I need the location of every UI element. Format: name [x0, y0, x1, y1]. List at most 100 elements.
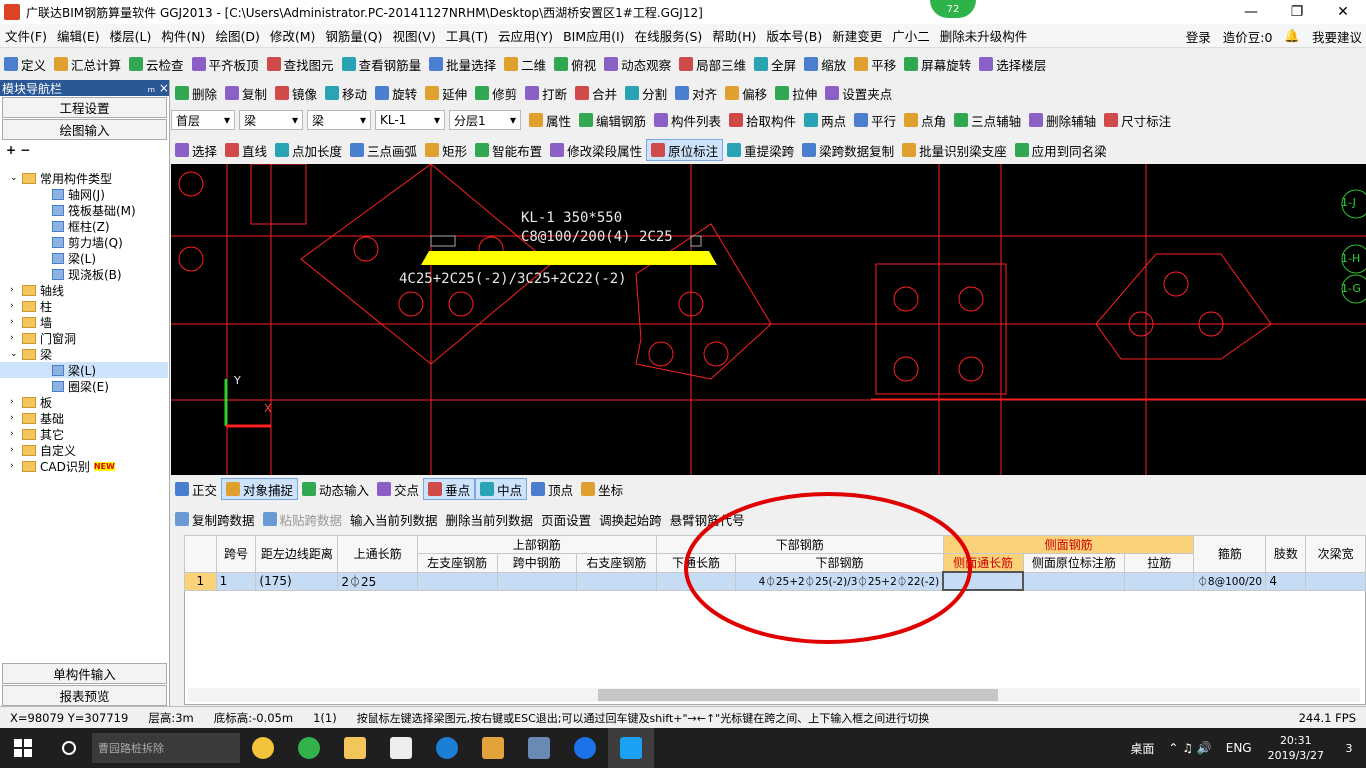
- close-button[interactable]: ✕: [1320, 0, 1366, 24]
- comp-tool-4-button[interactable]: 两点: [800, 109, 850, 131]
- tree-item[interactable]: › 自定义: [0, 442, 168, 458]
- menu-item-15[interactable]: 广小二: [887, 26, 935, 45]
- main-tool-15-button[interactable]: 选择楼层: [975, 53, 1050, 75]
- grid-tool-4-button[interactable]: 页面设置: [537, 508, 595, 530]
- expand-icon[interactable]: ›: [10, 301, 22, 311]
- main-tool-3-button[interactable]: 平齐板顶: [188, 53, 263, 75]
- edit-tool-4-button[interactable]: 旋转: [371, 82, 421, 104]
- tree-item[interactable]: 梁(L): [0, 362, 168, 378]
- main-tool-6-button[interactable]: 批量选择: [425, 53, 500, 75]
- floor-select[interactable]: 首层 ▾: [171, 110, 235, 130]
- tree-item[interactable]: › 门窗洞: [0, 330, 168, 346]
- main-tool-7-button[interactable]: 二维: [500, 53, 550, 75]
- cell-top-through[interactable]: 2⏀25: [337, 571, 418, 591]
- app-icon-2[interactable]: [286, 728, 332, 768]
- notification-icon[interactable]: 3: [1332, 742, 1366, 755]
- drawing-input-button[interactable]: 绘图输入: [2, 119, 167, 140]
- expand-icon[interactable]: ⌄: [10, 173, 22, 183]
- desktop-label[interactable]: 桌面: [1122, 740, 1162, 757]
- main-tool-10-button[interactable]: 局部三维: [675, 53, 750, 75]
- type-select-2[interactable]: 梁 ▾: [307, 110, 371, 130]
- grid-tool-1-button[interactable]: 粘贴跨数据: [259, 508, 347, 530]
- menu-item-4[interactable]: 绘图(D): [210, 26, 264, 45]
- suggest-link[interactable]: 我要建议: [1312, 27, 1362, 46]
- expand-collapse-icons[interactable]: + −: [0, 141, 169, 159]
- draw-tool-5-button[interactable]: 智能布置: [471, 139, 546, 161]
- menu-item-12[interactable]: 帮助(H): [707, 26, 761, 45]
- cell-stirrup[interactable]: ⏀8@100/20: [1193, 571, 1267, 591]
- menu-item-11[interactable]: 在线服务(S): [630, 26, 708, 45]
- tree-item[interactable]: › 墙: [0, 314, 168, 330]
- tree-item[interactable]: › 轴线: [0, 282, 168, 298]
- draw-tool-8-button[interactable]: 重提梁跨: [723, 139, 798, 161]
- cad-canvas[interactable]: KL-1 350*550 C8@100/200(4) 2C25 4C25+2C2…: [171, 164, 1366, 475]
- snap-7-button[interactable]: 坐标: [577, 478, 627, 500]
- app-icon-1[interactable]: [240, 728, 286, 768]
- main-tool-12-button[interactable]: 缩放: [800, 53, 850, 75]
- grid-tool-5-button[interactable]: 调换起始跨: [595, 508, 666, 530]
- expand-icon[interactable]: ›: [10, 397, 22, 407]
- draw-tool-6-button[interactable]: 修改梁段属性: [546, 139, 646, 161]
- menu-item-7[interactable]: 视图(V): [387, 26, 440, 45]
- menu-item-10[interactable]: BIM应用(I): [558, 26, 630, 45]
- grid-tool-2-button[interactable]: 输入当前列数据: [346, 508, 442, 530]
- folder-icon[interactable]: [332, 728, 378, 768]
- edge-icon[interactable]: [424, 728, 470, 768]
- grid-tool-3-button[interactable]: 删除当前列数据: [442, 508, 538, 530]
- expand-icon[interactable]: ›: [10, 413, 22, 423]
- single-component-button[interactable]: 单构件输入: [2, 663, 167, 684]
- tree-item[interactable]: 现浇板(B): [0, 266, 168, 282]
- main-tool-0-button[interactable]: 定义: [0, 53, 50, 75]
- menu-item-0[interactable]: 文件(F): [0, 26, 52, 45]
- menu-item-9[interactable]: 云应用(Y): [493, 26, 558, 45]
- tree-item[interactable]: › 基础: [0, 410, 168, 426]
- comp-tool-2-button[interactable]: 构件列表: [650, 109, 725, 131]
- edit-tool-5-button[interactable]: 延伸: [421, 82, 471, 104]
- menu-item-6[interactable]: 钢筋量(Q): [320, 26, 387, 45]
- draw-tool-3-button[interactable]: 三点画弧: [346, 139, 421, 161]
- layer-select[interactable]: 分层1 ▾: [449, 110, 521, 130]
- edit-tool-13-button[interactable]: 设置夹点: [821, 82, 896, 104]
- menu-item-8[interactable]: 工具(T): [441, 26, 493, 45]
- main-tool-9-button[interactable]: 动态观察: [600, 53, 675, 75]
- glodon-icon[interactable]: [562, 728, 608, 768]
- tree-item[interactable]: 轴网(J): [0, 186, 168, 202]
- component-select[interactable]: KL-1 ▾: [375, 110, 445, 130]
- comp-tool-7-button[interactable]: 三点辅轴: [950, 109, 1025, 131]
- menu-item-5[interactable]: 修改(M): [265, 26, 321, 45]
- menu-item-1[interactable]: 编辑(E): [52, 26, 105, 45]
- main-tool-13-button[interactable]: 平移: [850, 53, 900, 75]
- snap-2-button[interactable]: 动态输入: [298, 478, 373, 500]
- main-tool-8-button[interactable]: 俯视: [550, 53, 600, 75]
- tree-item[interactable]: › 柱: [0, 298, 168, 314]
- edit-tool-0-button[interactable]: 删除: [171, 82, 221, 104]
- tree-item[interactable]: 框柱(Z): [0, 218, 168, 234]
- expand-icon[interactable]: ⌄: [10, 349, 22, 359]
- cell-legs[interactable]: 4: [1265, 571, 1307, 591]
- menu-item-16[interactable]: 删除未升级构件: [935, 26, 1033, 45]
- snap-1-button[interactable]: 对象捕捉: [221, 478, 299, 500]
- type-select-1[interactable]: 梁 ▾: [239, 110, 303, 130]
- main-tool-11-button[interactable]: 全屏: [750, 53, 800, 75]
- tree-item[interactable]: 筏板基础(M): [0, 202, 168, 218]
- expand-icon[interactable]: ›: [10, 429, 22, 439]
- edit-tool-11-button[interactable]: 偏移: [721, 82, 771, 104]
- expand-icon[interactable]: ›: [10, 317, 22, 327]
- windows-start-icon[interactable]: [0, 728, 46, 768]
- draw-tool-0-button[interactable]: 选择: [171, 139, 221, 161]
- tree-item[interactable]: 梁(L): [0, 250, 168, 266]
- menu-item-14[interactable]: 新建变更: [827, 26, 887, 45]
- comp-tool-0-button[interactable]: 属性: [525, 109, 575, 131]
- draw-tool-11-button[interactable]: 应用到同名梁: [1011, 139, 1111, 161]
- expand-icon[interactable]: ›: [10, 461, 22, 471]
- menu-item-2[interactable]: 楼层(L): [105, 26, 157, 45]
- main-tool-5-button[interactable]: 查看钢筋量: [338, 53, 426, 75]
- tree-item[interactable]: 剪力墙(Q): [0, 234, 168, 250]
- draw-tool-4-button[interactable]: 矩形: [421, 139, 471, 161]
- comp-tool-6-button[interactable]: 点角: [900, 109, 950, 131]
- snap-5-button[interactable]: 中点: [475, 478, 528, 500]
- mail-icon[interactable]: [378, 728, 424, 768]
- tree-item[interactable]: › 其它: [0, 426, 168, 442]
- tree-item[interactable]: 圈梁(E): [0, 378, 168, 394]
- cortana-icon[interactable]: [46, 728, 92, 768]
